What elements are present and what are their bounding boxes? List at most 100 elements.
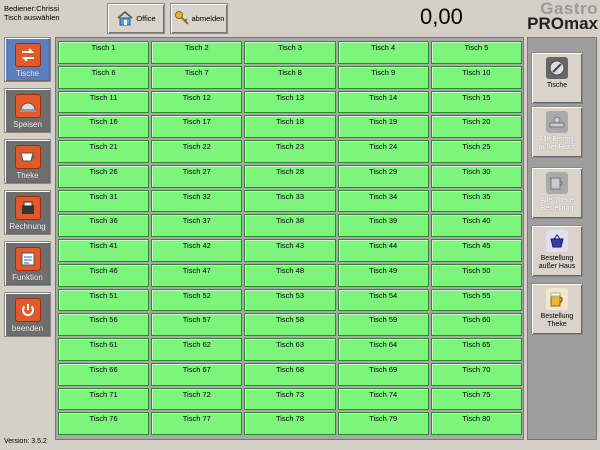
table-tile[interactable]: Tisch 8	[244, 65, 336, 89]
table-tile[interactable]: Tisch 75	[430, 387, 522, 411]
nav-tische[interactable]: Tische	[4, 37, 51, 82]
table-tile[interactable]: Tisch 32	[151, 189, 243, 213]
table-tile[interactable]: Tisch 27	[151, 164, 243, 188]
table-tile[interactable]: Tisch 43	[244, 239, 336, 262]
table-tile[interactable]: Tisch 68	[244, 362, 336, 386]
table-tile[interactable]: Tisch 11	[58, 90, 150, 114]
table-tile[interactable]: Tisch 57	[151, 313, 243, 336]
nav-beenden[interactable]: beenden	[4, 292, 51, 337]
knife-icon	[546, 57, 568, 79]
table-tile[interactable]: Tisch 33	[244, 189, 336, 213]
table-tile[interactable]: Tisch 71	[58, 387, 150, 411]
table-tile[interactable]: Tisch 31	[58, 189, 150, 213]
table-tile[interactable]: Tisch 66	[58, 362, 150, 386]
table-tile[interactable]: Tisch 78	[244, 412, 336, 435]
table-tile[interactable]: Tisch 80	[430, 412, 522, 435]
office-button[interactable]: Office	[107, 3, 165, 34]
table-tile[interactable]: Tisch 74	[337, 387, 429, 411]
table-tile[interactable]: Tisch 49	[337, 263, 429, 287]
nav-theke[interactable]: Theke	[4, 139, 51, 184]
table-tile[interactable]: Tisch 54	[337, 288, 429, 312]
nav-speisen[interactable]: Speisen	[4, 88, 51, 133]
table-tile[interactable]: Tisch 26	[58, 164, 150, 188]
table-tile[interactable]: Tisch 29	[337, 164, 429, 188]
table-tile[interactable]: Tisch 7	[151, 65, 243, 89]
tray-icon	[546, 111, 568, 133]
table-tile[interactable]: Tisch 19	[337, 115, 429, 138]
table-tile[interactable]: Tisch 69	[337, 362, 429, 386]
tische-view-button[interactable]: Tische	[531, 52, 583, 104]
gastropromax-logo: Gastro PROmax	[524, 0, 598, 33]
table-tile[interactable]: Tisch 56	[58, 313, 150, 336]
nav-speisen-label: Speisen	[13, 120, 42, 129]
nav-rechnung[interactable]: Rechnung	[4, 190, 51, 235]
table-tile[interactable]: Tisch 25	[430, 140, 522, 163]
table-tile[interactable]: Tisch 16	[58, 115, 150, 138]
table-tile[interactable]: Tisch 3	[244, 41, 336, 64]
table-tile[interactable]: Tisch 46	[58, 263, 150, 287]
table-tile[interactable]: Tisch 39	[337, 214, 429, 237]
table-tile[interactable]: Tisch 44	[337, 239, 429, 262]
table-tile[interactable]: Tisch 23	[244, 140, 336, 163]
table-tile[interactable]: Tisch 15	[430, 90, 522, 114]
table-tile[interactable]: Tisch 60	[430, 313, 522, 336]
table-tile[interactable]: Tisch 20	[430, 115, 522, 138]
table-tile[interactable]: Tisch 30	[430, 164, 522, 188]
table-tile[interactable]: Tisch 9	[337, 65, 429, 89]
table-tile[interactable]: Tisch 22	[151, 140, 243, 163]
table-tile[interactable]: Tisch 70	[430, 362, 522, 386]
table-tile[interactable]: Tisch 59	[337, 313, 429, 336]
table-tile[interactable]: Tisch 73	[244, 387, 336, 411]
table-tile[interactable]: Tisch 79	[337, 412, 429, 435]
table-tile[interactable]: Tisch 28	[244, 164, 336, 188]
alle-ausser-haus-button[interactable]: Alle Bestell. außer Haus	[531, 106, 583, 158]
table-tile[interactable]: Tisch 72	[151, 387, 243, 411]
table-tile[interactable]: Tisch 35	[430, 189, 522, 213]
table-tile[interactable]: Tisch 51	[58, 288, 150, 312]
table-tile[interactable]: Tisch 37	[151, 214, 243, 237]
table-tile[interactable]: Tisch 45	[430, 239, 522, 262]
table-tile[interactable]: Tisch 67	[151, 362, 243, 386]
table-tile[interactable]: Tisch 12	[151, 90, 243, 114]
table-tile[interactable]: Tisch 2	[151, 41, 243, 64]
ausser-haus-button[interactable]: Bestellung außer Haus	[531, 225, 583, 277]
table-tile[interactable]: Tisch 38	[244, 214, 336, 237]
nav-rechnung-label: Rechnung	[9, 222, 46, 231]
table-tile[interactable]: Tisch 65	[430, 338, 522, 361]
table-tile[interactable]: Tisch 34	[337, 189, 429, 213]
table-tile[interactable]: Tisch 52	[151, 288, 243, 312]
table-tile[interactable]: Tisch 6	[58, 65, 150, 89]
table-tile[interactable]: Tisch 63	[244, 338, 336, 361]
table-tile[interactable]: Tisch 50	[430, 263, 522, 287]
logo-line2: PROmax	[527, 14, 598, 33]
table-tile[interactable]: Tisch 61	[58, 338, 150, 361]
table-tile[interactable]: Tisch 76	[58, 412, 150, 435]
table-tile[interactable]: Tisch 62	[151, 338, 243, 361]
theke-bestellung-button[interactable]: Bestellung Theke	[531, 283, 583, 335]
table-tile[interactable]: Tisch 53	[244, 288, 336, 312]
logout-button[interactable]: abmelden	[170, 3, 228, 34]
table-tile[interactable]: Tisch 1	[58, 41, 150, 64]
table-tile[interactable]: Tisch 18	[244, 115, 336, 138]
table-tile[interactable]: Tisch 14	[337, 90, 429, 114]
coffee-cup-icon	[14, 145, 41, 169]
table-tile[interactable]: Tisch 48	[244, 263, 336, 287]
table-tile[interactable]: Tisch 77	[151, 412, 243, 435]
alle-theke-button[interactable]: Alle Theke Bestellung	[531, 167, 583, 219]
table-tile[interactable]: Tisch 40	[430, 214, 522, 237]
table-tile[interactable]: Tisch 55	[430, 288, 522, 312]
table-tile[interactable]: Tisch 21	[58, 140, 150, 163]
table-tile[interactable]: Tisch 41	[58, 239, 150, 262]
table-tile[interactable]: Tisch 42	[151, 239, 243, 262]
table-tile[interactable]: Tisch 4	[337, 41, 429, 64]
table-tile[interactable]: Tisch 24	[337, 140, 429, 163]
nav-funktion[interactable]: Funktion	[4, 241, 51, 286]
table-tile[interactable]: Tisch 13	[244, 90, 336, 114]
table-tile[interactable]: Tisch 47	[151, 263, 243, 287]
table-tile[interactable]: Tisch 36	[58, 214, 150, 237]
table-tile[interactable]: Tisch 64	[337, 338, 429, 361]
table-tile[interactable]: Tisch 58	[244, 313, 336, 336]
table-tile[interactable]: Tisch 10	[430, 65, 522, 89]
table-tile[interactable]: Tisch 17	[151, 115, 243, 138]
table-tile[interactable]: Tisch 5	[430, 41, 522, 64]
